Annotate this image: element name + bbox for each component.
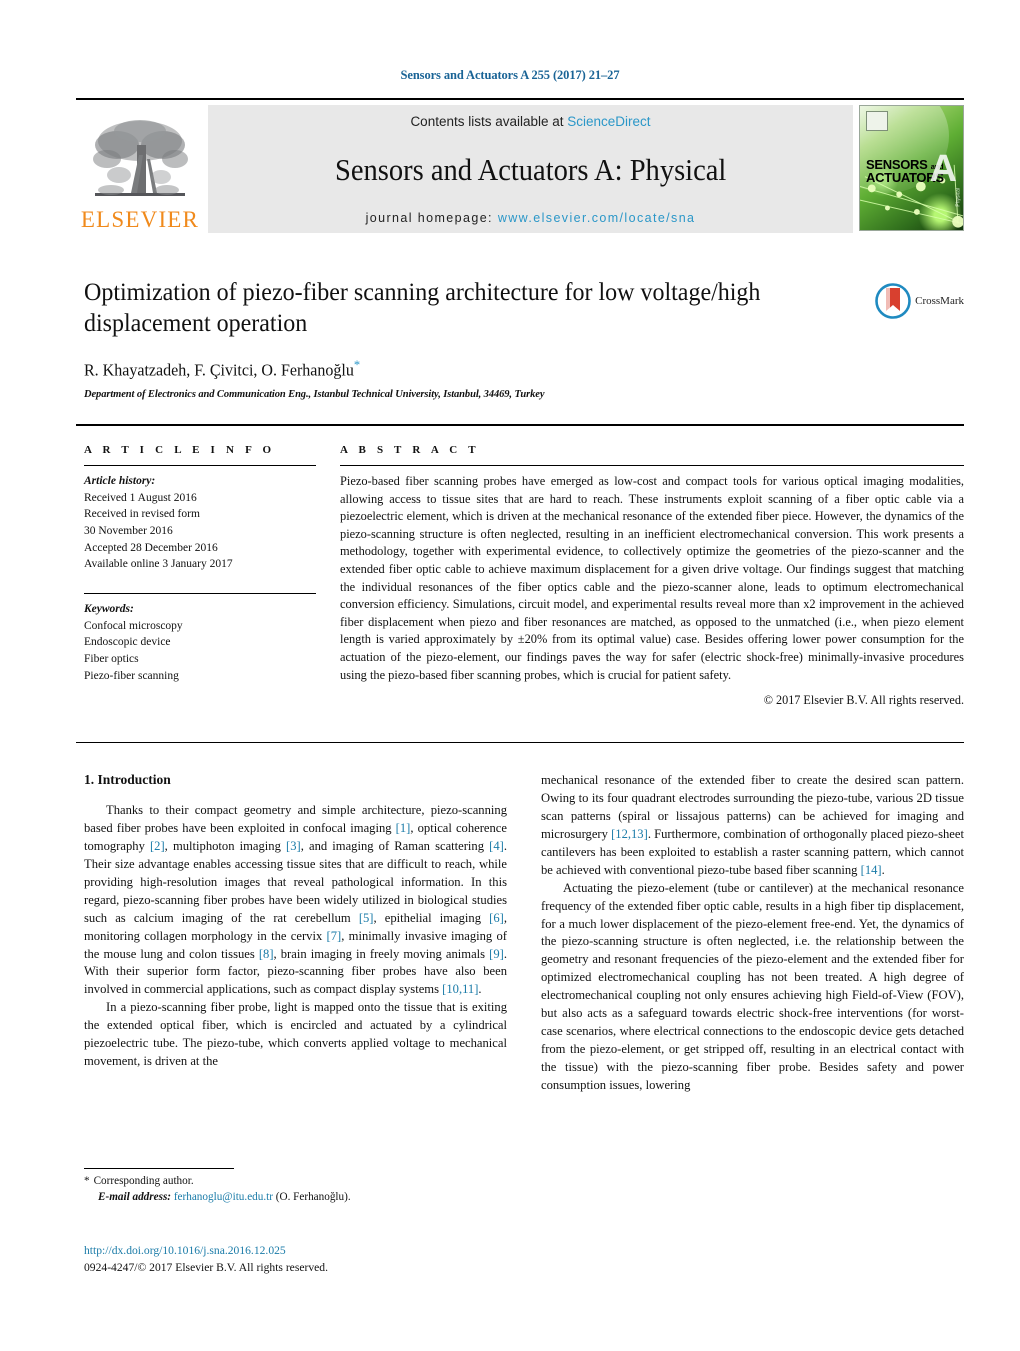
cover-sub-letter: Physical [956, 188, 962, 207]
keyword-item: Endoscopic device [84, 636, 171, 649]
article-info-rule [84, 465, 316, 466]
abstract-heading: A B S T R A C T [340, 444, 480, 456]
page-title: Optimization of piezo-fiber scanning arc… [84, 279, 761, 337]
section-heading-introduction: 1. Introduction [84, 772, 171, 787]
citation-reference[interactable]: [9] [489, 947, 504, 961]
footnote-corresponding-author: * Corresponding author. E-mail address: f… [84, 1174, 507, 1205]
paragraph: mechanical resonance of the extended fib… [541, 773, 964, 877]
abstract-column: A B S T R A C T Piezo-based fiber scanni… [340, 444, 964, 708]
copyright-line: © 2017 Elsevier B.V. All rights reserved… [763, 693, 964, 708]
keyword-item: Fiber optics [84, 653, 139, 666]
citation-reference[interactable]: [10,11] [442, 982, 478, 996]
email-label: E-mail address: [98, 1190, 172, 1203]
journal-band: Contents lists available at ScienceDirec… [208, 105, 853, 233]
body-right-column: mechanical resonance of the extended fib… [541, 772, 964, 1095]
keyword-item: Confocal microscopy [84, 619, 183, 632]
journal-homepage-line: journal homepage: www.elsevier.com/locat… [366, 211, 696, 225]
article-history-item: Received in revised form [84, 508, 200, 521]
footnote-line-1: * Corresponding author. [84, 1174, 507, 1190]
article-history-item: Accepted 28 December 2016 [84, 541, 218, 554]
title-block: Optimization of piezo-fiber scanning arc… [84, 278, 854, 400]
author-list: R. Khayatzadeh, F. Çivitci, O. Ferhanoğl… [84, 357, 831, 381]
citation-reference[interactable]: [7] [327, 929, 342, 943]
body-columns: 1. Introduction Thanks to their compact … [84, 772, 964, 1095]
citation-reference[interactable]: [6] [489, 911, 504, 925]
citation-reference[interactable]: [3] [286, 839, 301, 853]
affiliation: Department of Electronics and Communicat… [84, 388, 545, 400]
article-info-heading: A R T I C L E I N F O [84, 444, 276, 456]
running-head: Sensors and Actuators A 255 (2017) 21–27 [400, 68, 620, 82]
cover-big-letter: A [929, 148, 957, 190]
elsevier-tree-icon [93, 120, 188, 196]
info-abstract-region: A R T I C L E I N F O Article history: R… [84, 444, 964, 708]
article-info-column: A R T I C L E I N F O Article history: R… [84, 444, 316, 708]
paragraph: Thanks to their compact geometry and sim… [84, 803, 507, 997]
doi-link[interactable]: http://dx.doi.org/10.1016/j.sna.2016.12.… [84, 1243, 584, 1260]
contents-prefix: Contents lists available at [410, 114, 568, 129]
elsevier-wordmark: ELSEVIER [80, 207, 200, 232]
journal-title: Sensors and Actuators A: Physical [334, 152, 727, 187]
body-left-column: 1. Introduction Thanks to their compact … [84, 772, 507, 1095]
homepage-prefix: journal homepage: [365, 211, 498, 225]
crossmark-badge[interactable]: CrossMark [875, 283, 964, 319]
paragraph: Actuating the piezo-element (tube or can… [541, 880, 964, 1092]
rule-above-article-info [76, 424, 964, 426]
citation-reference[interactable]: [1] [396, 821, 411, 835]
article-history-item: 30 November 2016 [84, 525, 173, 538]
contents-available-line: Contents lists available at ScienceDirec… [410, 114, 650, 129]
citation-reference[interactable]: [14] [861, 863, 882, 877]
crossmark-label: CrossMark [915, 295, 964, 307]
citation-reference[interactable]: [2] [150, 839, 165, 853]
journal-homepage-link[interactable]: www.elsevier.com/locate/sna [498, 211, 696, 225]
citation-reference[interactable]: [12,13] [611, 827, 648, 841]
footnote-marker: * [84, 1175, 90, 1187]
keyword-item: Piezo-fiber scanning [84, 669, 179, 682]
footnote-line-2: E-mail address: ferhanoglu@itu.edu.tr (O… [84, 1190, 507, 1206]
footnote-rule [84, 1168, 234, 1169]
issn-copyright-line: 0924-4247/© 2017 Elsevier B.V. All right… [84, 1260, 328, 1274]
footnote-label: Corresponding author. [93, 1175, 194, 1187]
crossmark-icon [875, 283, 911, 319]
article-history-label: Article history: [84, 475, 156, 487]
cover-stamp-icon [866, 111, 888, 131]
corresponding-author-marker: * [353, 357, 361, 372]
keywords-rule [84, 593, 316, 595]
journal-article-page: Sensors and Actuators A 255 (2017) 21–27 [0, 0, 1020, 1351]
article-history-item: Received 1 August 2016 [84, 491, 197, 504]
article-history-item: Available online 3 January 2017 [84, 558, 233, 571]
abstract-text: Piezo-based fiber scanning probes have e… [340, 474, 964, 682]
citation-reference[interactable]: [4] [489, 839, 504, 853]
elsevier-logo: ELSEVIER [76, 105, 204, 233]
journal-cover-thumbnail: SENSORS and ACTUATORS A Physical [859, 105, 964, 231]
email-link[interactable]: ferhanoglu@itu.edu.tr [174, 1191, 273, 1203]
keywords-label: Keywords: [84, 603, 134, 616]
email-owner: (O. Ferhanoğlu). [275, 1190, 351, 1203]
paragraph: In a piezo-scanning fiber probe, light i… [84, 1000, 507, 1069]
citation-reference[interactable]: [5] [359, 911, 374, 925]
abstract-rule [340, 465, 964, 466]
citation-reference[interactable]: [8] [259, 947, 274, 961]
sciencedirect-link[interactable]: ScienceDirect [567, 114, 650, 129]
doi-block: http://dx.doi.org/10.1016/j.sna.2016.12.… [84, 1243, 584, 1277]
rule-above-body [76, 742, 964, 743]
author-names: R. Khayatzadeh, F. Çivitci, O. Ferhanoğl… [84, 360, 354, 380]
journal-masthead: ELSEVIER Contents lists available at Sci… [76, 98, 964, 235]
